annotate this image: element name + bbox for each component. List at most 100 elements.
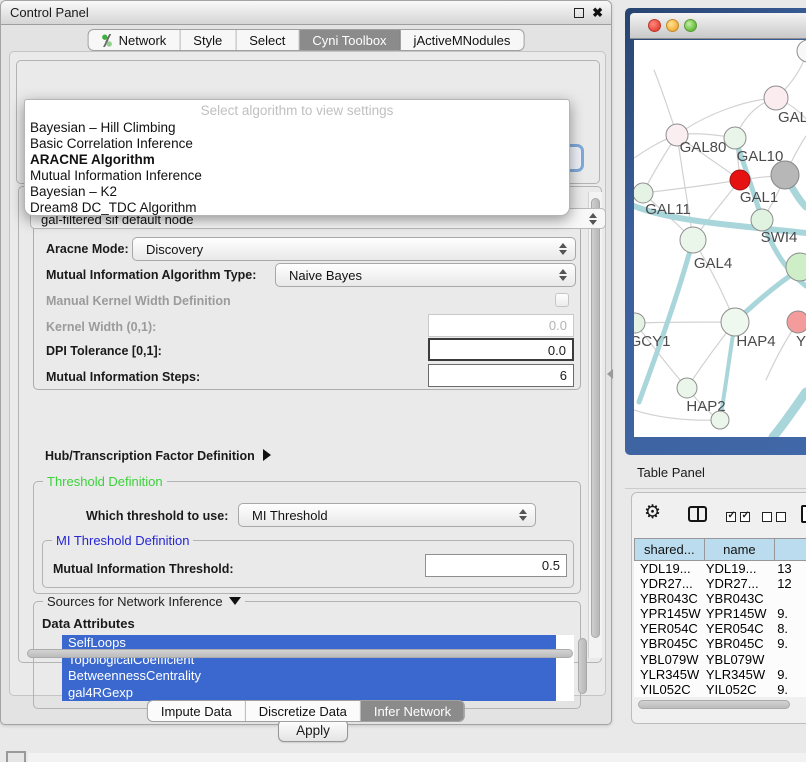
document-icon[interactable] — [801, 505, 806, 523]
screen: Control Panel ✖ NetworkStyleSelectCyni T… — [0, 0, 806, 762]
table-row[interactable]: YBR045CYBR045C9. — [634, 636, 806, 651]
column-header[interactable] — [774, 538, 806, 561]
network-node[interactable] — [634, 313, 645, 333]
tab-impute-data[interactable]: Impute Data — [148, 701, 246, 721]
network-node[interactable] — [787, 311, 806, 333]
table-row[interactable]: YDL19...YDL19...13 — [634, 561, 806, 576]
window-zoom-icon[interactable] — [684, 19, 697, 32]
which-threshold-combo[interactable]: MI Threshold — [238, 503, 536, 527]
threshold-title: Threshold Definition — [43, 474, 167, 489]
column-header[interactable]: shared... — [634, 538, 704, 561]
tab-network[interactable]: Network — [89, 30, 181, 50]
column-header[interactable]: name — [704, 538, 775, 561]
window-close-icon[interactable] — [648, 19, 661, 32]
table-row[interactable]: YIL052CYIL052C9. — [634, 682, 806, 697]
algorithm-definition-group: Algorithm Definition Aracne Mode: Discov… — [33, 211, 581, 390]
node-label: GAL80 — [680, 139, 727, 156]
close-icon[interactable]: ✖ — [592, 6, 603, 19]
network-node[interactable] — [680, 227, 706, 253]
tab-jactivemnodules[interactable]: jActiveMNodules — [401, 30, 524, 50]
aracne-mode-combo[interactable]: Discovery — [132, 237, 576, 261]
dpi-tolerance-label: DPI Tolerance [0,1]: — [46, 344, 162, 358]
float-icon[interactable] — [574, 8, 584, 18]
attributes-scrollbar-thumb[interactable] — [578, 638, 587, 694]
network-node[interactable] — [764, 86, 788, 110]
settings-v-scrollbar-thumb[interactable] — [591, 198, 600, 638]
node-label: GAL11 — [645, 201, 691, 218]
table-row[interactable]: YDR27...YDR27...12 — [634, 576, 806, 591]
data-attributes-list: SelfLoopsTopologicalCoefficientBetweenne… — [62, 635, 574, 701]
network-node[interactable] — [634, 183, 653, 203]
tab-label: Infer Network — [374, 704, 451, 719]
algorithm-option[interactable]: Mutual Information Inference — [25, 168, 569, 184]
network-node[interactable] — [730, 170, 750, 190]
table-cell: YLR345W — [634, 667, 704, 682]
algorithm-option[interactable]: Dream8 DC_TDC Algorithm — [25, 200, 569, 216]
unchecked-column-icon[interactable] — [762, 512, 772, 522]
algorithm-dropdown[interactable]: Select algorithm to view settings Bayesi… — [24, 99, 570, 216]
window-minimize-icon[interactable] — [666, 19, 679, 32]
tab-select[interactable]: Select — [236, 30, 299, 50]
table-cell: YBR045C — [634, 636, 704, 651]
tab-cyni-toolbox[interactable]: Cyni Toolbox — [299, 30, 400, 50]
network-tab-icon — [102, 34, 113, 47]
minimized-panel-icon[interactable] — [6, 751, 26, 762]
mi-steps-field[interactable]: 6 — [428, 364, 574, 387]
dpi-tolerance-field[interactable]: 0.0 — [428, 338, 574, 361]
network-canvas[interactable]: GALGAL80GAL10GAL1GAL11SWI4GAL4GCY1HAP4YH… — [634, 40, 806, 437]
network-node[interactable] — [721, 308, 749, 336]
table-panel-titlebar: Table Panel — [625, 457, 806, 489]
manual-kernel-checkbox[interactable] — [555, 293, 569, 307]
split-pane-collapse-arrow[interactable] — [607, 369, 613, 379]
table-cell: YER054C — [704, 621, 774, 636]
tab-label: jActiveMNodules — [414, 33, 511, 48]
table-cell: 9. — [774, 682, 806, 697]
apply-button[interactable]: Apply — [278, 719, 348, 742]
table-cell: YIL052C — [634, 682, 704, 697]
network-node[interactable] — [677, 378, 697, 398]
expand-arrow-icon — [263, 449, 271, 461]
checked-column-icon[interactable] — [726, 512, 736, 522]
control-panel-body: gal-filtered sif default node Select alg… — [9, 51, 606, 696]
network-node[interactable] — [724, 127, 746, 149]
checked-column-icon[interactable] — [740, 512, 750, 522]
manual-kernel-label: Manual Kernel Width Definition — [46, 294, 231, 308]
algorithm-option[interactable]: ARACNE Algorithm — [25, 152, 569, 168]
mi-type-label: Mutual Information Algorithm Type: — [46, 268, 256, 282]
hub-section-expander[interactable]: Hub/Transcription Factor Definition — [45, 449, 271, 463]
tab-infer-network[interactable]: Infer Network — [361, 701, 464, 721]
network-node[interactable] — [797, 40, 806, 62]
table-row[interactable]: YLR345WYLR345W9. — [634, 667, 806, 682]
table-header-row: shared...name — [634, 538, 806, 561]
network-node[interactable] — [771, 161, 799, 189]
table-row[interactable]: YER054CYER054C8. — [634, 621, 806, 636]
tab-label: Network — [119, 33, 167, 48]
table-cell: YER054C — [634, 621, 704, 636]
tab-discretize-data[interactable]: Discretize Data — [246, 701, 361, 721]
table-cell: 8. — [774, 621, 806, 636]
table-cell — [774, 591, 806, 606]
table-h-scrollbar-thumb[interactable] — [638, 700, 790, 709]
tab-style[interactable]: Style — [180, 30, 236, 50]
unchecked-column-icon[interactable] — [776, 512, 786, 522]
algorithm-option[interactable]: Bayesian – Hill Climbing — [25, 120, 569, 136]
network-node[interactable] — [751, 209, 773, 231]
settings-h-scrollbar-thumb[interactable] — [27, 649, 573, 658]
gear-icon[interactable]: ⚙ — [644, 503, 661, 522]
table-row[interactable]: YBR043CYBR043C — [634, 591, 806, 606]
kernel-width-field[interactable]: 0.0 — [428, 314, 574, 337]
spinner-icon — [559, 269, 567, 281]
mi-type-combo[interactable]: Naive Bayes — [275, 263, 576, 287]
sources-title-wrap[interactable]: Sources for Network Inference — [43, 594, 245, 609]
mi-threshold-field[interactable]: 0.5 — [425, 554, 567, 577]
table-row[interactable]: YBL079WYBL079W — [634, 652, 806, 667]
attribute-item[interactable]: BetweennessCentrality — [62, 668, 556, 685]
network-node[interactable] — [711, 411, 729, 429]
algorithm-option[interactable]: Basic Correlation Inference — [25, 136, 569, 152]
split-columns-icon[interactable] — [688, 506, 707, 522]
algorithm-option[interactable]: Bayesian – K2 — [25, 184, 569, 200]
attribute-item[interactable]: gal4RGexp — [62, 685, 556, 702]
settings-v-scrollbar[interactable] — [588, 192, 602, 658]
bottom-tab-bar: Impute DataDiscretize Data Infer Network — [147, 700, 465, 722]
table-row[interactable]: YPR145WYPR145W9. — [634, 606, 806, 621]
